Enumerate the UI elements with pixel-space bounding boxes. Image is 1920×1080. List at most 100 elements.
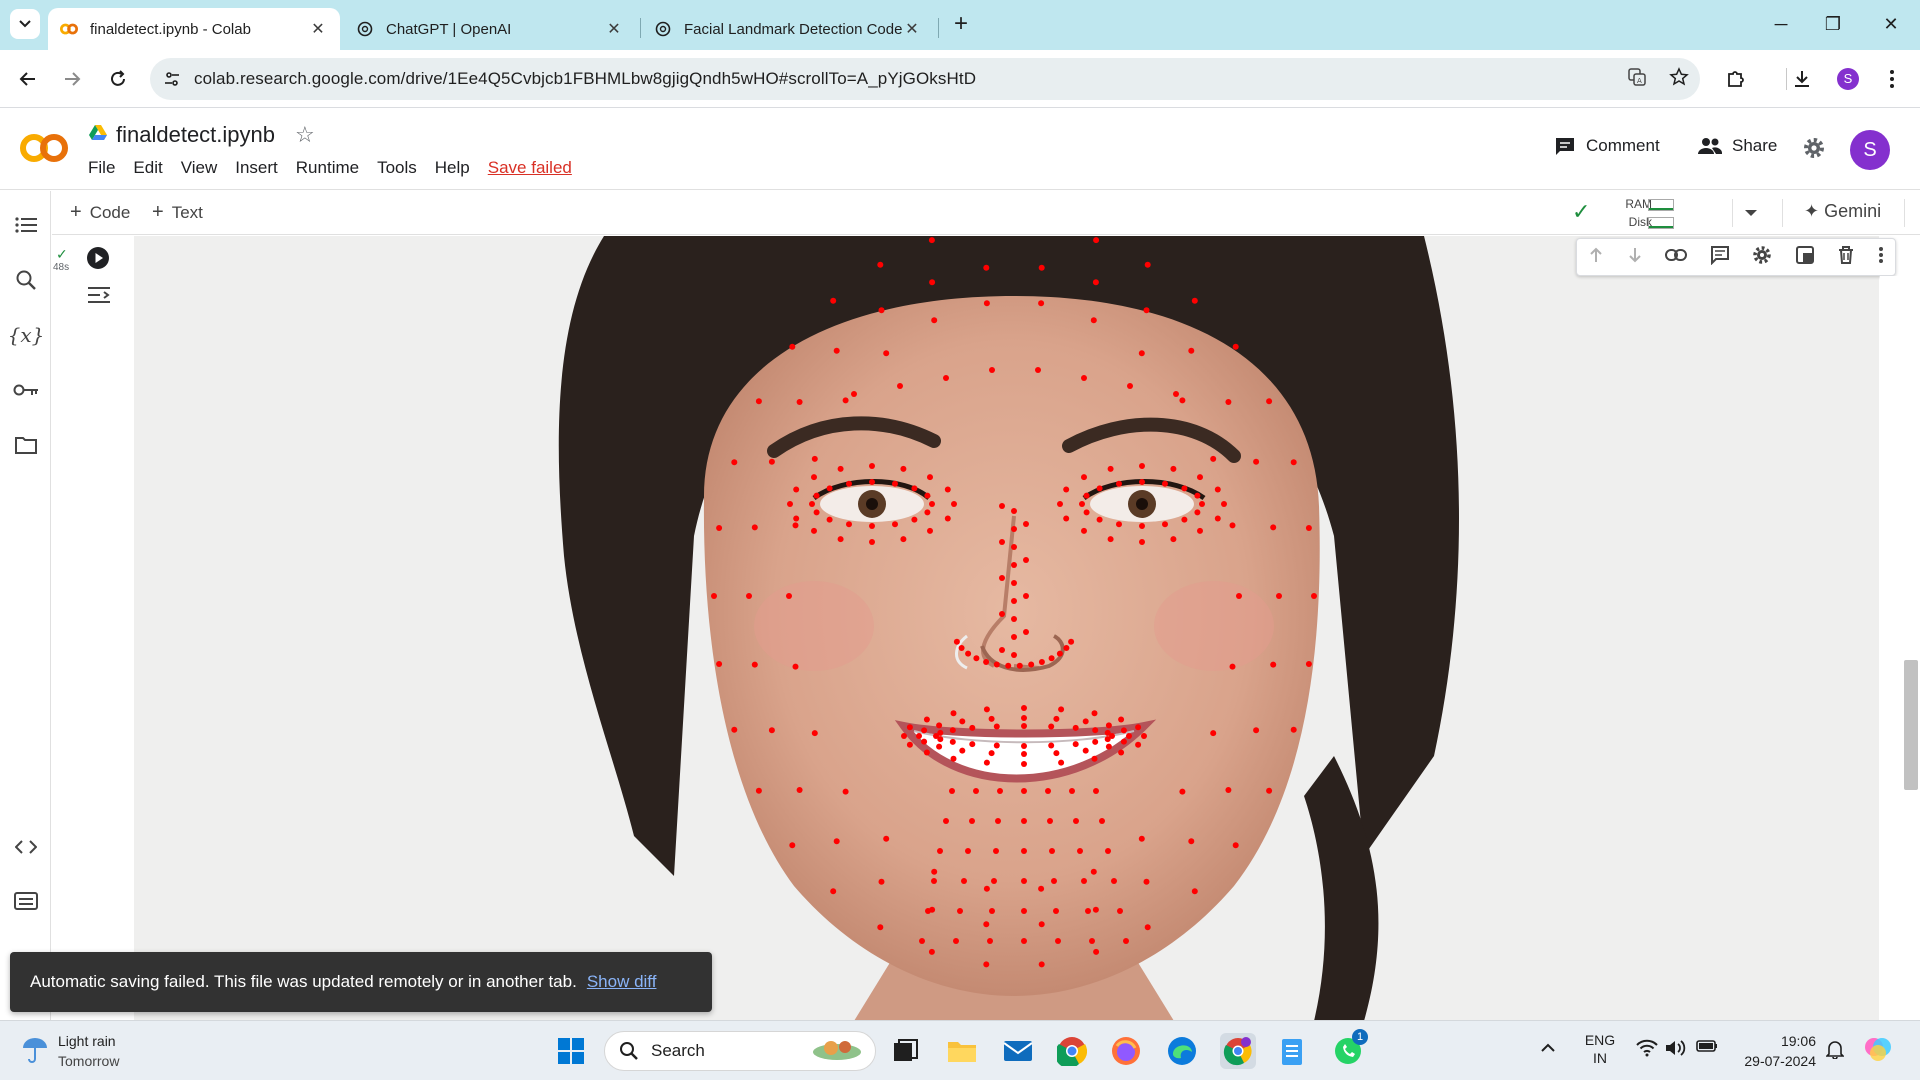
mail-icon[interactable] — [1000, 1033, 1036, 1069]
landmark-dot — [1179, 397, 1186, 404]
move-up-icon[interactable] — [1588, 246, 1604, 269]
landmark-dot — [1081, 527, 1087, 534]
new-tab-button[interactable]: + — [948, 12, 974, 38]
back-button[interactable] — [12, 63, 44, 95]
star-icon[interactable]: ☆ — [295, 122, 315, 148]
downloads-button[interactable] — [1786, 63, 1818, 95]
browser-tab-landmark[interactable]: Facial Landmark Detection Code ✕ — [642, 8, 934, 50]
browser-menu-button[interactable] — [1876, 63, 1908, 95]
landmark-dot — [983, 264, 990, 271]
address-bar[interactable]: colab.research.google.com/drive/1Ee4Q5Cv… — [150, 58, 1700, 100]
landmark-dot — [1290, 726, 1297, 733]
resource-bars[interactable] — [1648, 199, 1674, 235]
minimize-button[interactable]: ─ — [1758, 10, 1804, 38]
chrome-icon[interactable] — [1054, 1033, 1090, 1069]
scrollbar-thumb[interactable] — [1904, 660, 1918, 790]
close-tab-icon[interactable]: ✕ — [902, 19, 922, 39]
run-cell-button[interactable] — [86, 246, 110, 275]
task-view-icon[interactable] — [888, 1033, 924, 1069]
delete-icon[interactable] — [1837, 245, 1855, 270]
reload-button[interactable] — [102, 63, 134, 95]
notification-bell-icon[interactable] — [1825, 1039, 1845, 1063]
more-vert-icon[interactable] — [1878, 246, 1884, 269]
close-tab-icon[interactable]: ✕ — [308, 19, 328, 39]
menu-help[interactable]: Help — [435, 158, 470, 178]
menu-runtime[interactable]: Runtime — [296, 158, 359, 178]
show-diff-link[interactable]: Show diff — [587, 972, 657, 992]
browser-tab-colab[interactable]: finaldetect.ipynb - Colab ✕ — [48, 8, 340, 50]
site-info-icon[interactable] — [150, 70, 194, 88]
comment-button[interactable]: Comment — [1554, 136, 1660, 156]
landmark-dot — [928, 948, 935, 955]
menu-edit[interactable]: Edit — [133, 158, 162, 178]
cell-settings-gear-icon[interactable] — [1752, 245, 1772, 270]
system-clock[interactable]: 19:06 29-07-2024 — [1736, 1031, 1816, 1071]
url-text[interactable]: colab.research.google.com/drive/1Ee4Q5Cv… — [194, 69, 1616, 89]
menu-view[interactable]: View — [181, 158, 218, 178]
output-actions-button[interactable] — [86, 284, 112, 311]
gear-icon — [1804, 138, 1824, 158]
close-window-button[interactable]: ✕ — [1868, 10, 1914, 38]
add-text-button[interactable]: + Text — [152, 201, 203, 224]
windows-start-icon[interactable] — [553, 1033, 589, 1069]
wifi-icon[interactable] — [1636, 1039, 1658, 1061]
close-tab-icon[interactable]: ✕ — [604, 19, 624, 39]
translate-icon[interactable]: A — [1627, 67, 1647, 92]
plus-icon: + — [152, 201, 164, 223]
share-button[interactable]: Share — [1698, 136, 1777, 156]
scrollbar-track[interactable] — [1880, 276, 1920, 1021]
settings-button[interactable] — [1802, 136, 1826, 165]
landmark-dot — [833, 838, 840, 845]
notebook-title[interactable]: finaldetect.ipynb — [116, 122, 275, 148]
show-hidden-icons[interactable] — [1540, 1039, 1556, 1057]
table-of-contents-icon[interactable] — [10, 209, 42, 241]
notepad-icon[interactable] — [1274, 1033, 1310, 1069]
search-icon[interactable] — [10, 264, 42, 296]
battery-icon[interactable] — [1696, 1039, 1718, 1057]
connected-check-icon[interactable]: ✓ — [1572, 199, 1590, 225]
variables-icon[interactable]: {x} — [8, 319, 45, 351]
command-palette-icon[interactable] — [10, 885, 42, 917]
folder-icon[interactable] — [10, 429, 42, 461]
landmark-dot — [949, 727, 956, 734]
weather-widget[interactable]: Light rain Tomorrow — [20, 1031, 119, 1071]
menu-insert[interactable]: Insert — [235, 158, 278, 178]
landmark-dot — [755, 787, 762, 794]
extensions-button[interactable] — [1720, 63, 1752, 95]
profile-button[interactable]: S — [1832, 63, 1864, 95]
browser-tab-chatgpt[interactable]: ChatGPT | OpenAI ✕ — [344, 8, 636, 50]
runtime-dropdown-icon[interactable] — [1744, 205, 1758, 223]
comment-cell-icon[interactable] — [1710, 245, 1730, 270]
whatsapp-icon[interactable]: 1 — [1330, 1029, 1368, 1069]
edge-icon[interactable] — [1164, 1033, 1200, 1069]
code-snippets-icon[interactable] — [10, 831, 42, 863]
landmark-dot — [1099, 818, 1105, 824]
landmark-dot — [1191, 297, 1198, 304]
link-icon[interactable] — [1665, 248, 1688, 266]
file-explorer-icon[interactable] — [944, 1033, 980, 1069]
forward-button[interactable] — [56, 63, 88, 95]
save-failed-link[interactable]: Save failed — [488, 158, 572, 178]
add-code-button[interactable]: + Code — [70, 201, 130, 224]
chrome-profile-icon[interactable] — [1220, 1033, 1256, 1069]
secrets-key-icon[interactable] — [10, 374, 42, 406]
tab-search-button[interactable] — [10, 9, 40, 39]
restore-button[interactable]: ❐ — [1810, 10, 1856, 38]
taskbar-search-box[interactable]: Search — [604, 1031, 876, 1071]
menu-tools[interactable]: Tools — [377, 158, 417, 178]
firefox-icon[interactable] — [1108, 1033, 1144, 1069]
resource-labels[interactable]: RAM Disk — [1612, 195, 1652, 231]
menu-file[interactable]: File — [88, 158, 115, 178]
browser-tabstrip: finaldetect.ipynb - Colab ✕ ChatGPT | Op… — [0, 0, 1920, 50]
volume-icon[interactable] — [1664, 1039, 1686, 1061]
move-down-icon[interactable] — [1627, 246, 1643, 269]
colab-logo[interactable] — [18, 130, 70, 166]
language-indicator[interactable]: ENG IN — [1580, 1031, 1620, 1067]
landmark-dot — [1139, 463, 1145, 469]
copilot-icon[interactable] — [1862, 1033, 1894, 1069]
user-avatar[interactable]: S — [1850, 130, 1890, 170]
mirror-cell-icon[interactable] — [1795, 245, 1815, 270]
bookmark-star-icon[interactable] — [1669, 66, 1689, 92]
gemini-button[interactable]: ✦ Gemini — [1804, 201, 1881, 222]
landmark-dot — [1092, 906, 1099, 913]
